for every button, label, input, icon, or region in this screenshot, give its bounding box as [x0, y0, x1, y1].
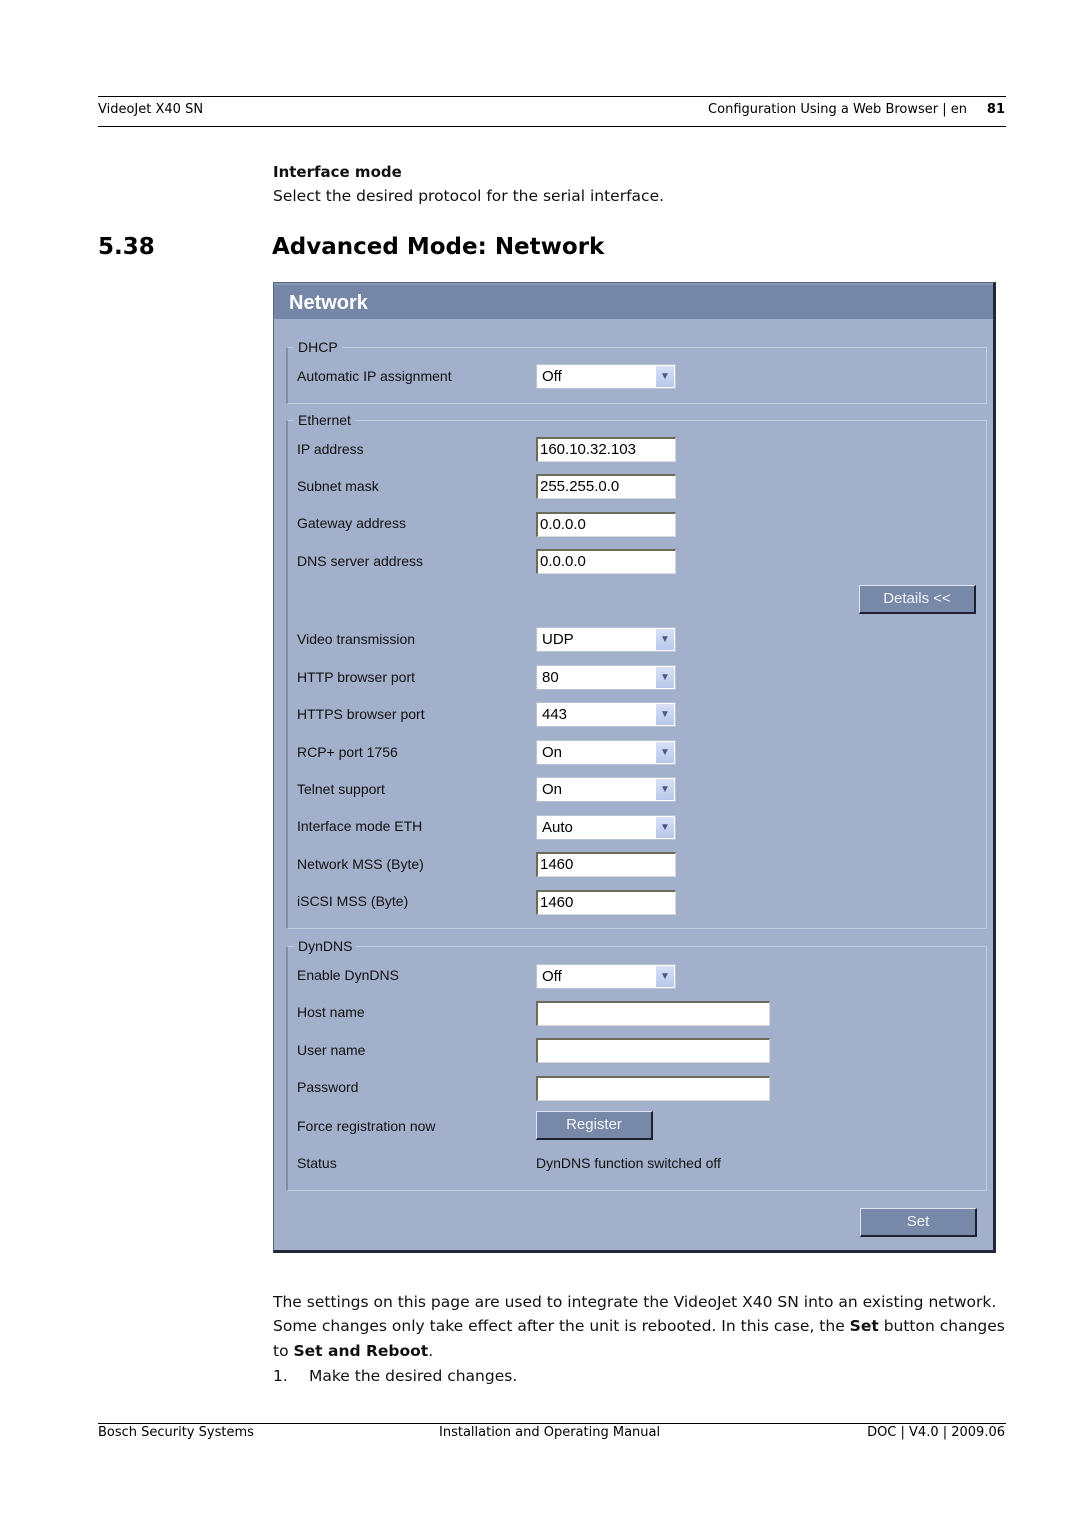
set-button[interactable]: Set — [860, 1208, 977, 1237]
rcp-port-label: RCP+ port 1756 — [297, 744, 398, 760]
https-port-value: 443 — [542, 706, 568, 723]
section-title: Advanced Mode: Network — [272, 234, 605, 260]
body-text: button changes — [878, 1317, 1005, 1335]
iscsi-mss-label: iSCSI MSS (Byte) — [297, 893, 409, 909]
chevron-down-icon[interactable]: ▼ — [656, 742, 674, 763]
automatic-ip-value: Off — [542, 368, 562, 385]
network-settings-panel: Network DHCP Automatic IP assignment Off… — [273, 282, 996, 1253]
video-transmission-value: UDP — [542, 631, 574, 648]
dyndns-status-value: DynDNS function switched off — [536, 1155, 721, 1171]
footer-center: Installation and Operating Manual — [439, 1425, 661, 1440]
host-name-label: Host name — [297, 1004, 365, 1020]
dyndns-legend: DynDNS — [298, 938, 353, 954]
interface-mode-eth-label: Interface mode ETH — [297, 818, 423, 834]
automatic-ip-select[interactable]: Off ▼ — [536, 364, 676, 389]
interface-mode-eth-value: Auto — [542, 819, 573, 836]
rcp-port-select[interactable]: On ▼ — [536, 740, 676, 765]
ethernet-legend: Ethernet — [298, 412, 351, 428]
intro-subheading: Interface mode — [273, 163, 402, 181]
ip-address-input[interactable]: 160.10.32.103 — [536, 437, 676, 462]
subnet-mask-label: Subnet mask — [297, 478, 379, 494]
gateway-address-label: Gateway address — [297, 515, 406, 531]
host-name-input[interactable] — [536, 1001, 770, 1026]
chevron-down-icon[interactable]: ▼ — [656, 966, 674, 987]
network-mss-input[interactable]: 1460 — [536, 852, 676, 877]
telnet-support-select[interactable]: On ▼ — [536, 777, 676, 802]
body-text: . — [428, 1342, 434, 1360]
dhcp-legend: DHCP — [298, 339, 338, 355]
chevron-down-icon[interactable]: ▼ — [656, 366, 674, 387]
intro-text: Select the desired protocol for the seri… — [273, 187, 665, 205]
footer-right: DOC | V4.0 | 2009.06 — [867, 1425, 1005, 1440]
enable-dyndns-label: Enable DynDNS — [297, 967, 399, 983]
subnet-mask-input[interactable]: 255.255.0.0 — [536, 474, 676, 499]
dns-server-label: DNS server address — [297, 553, 424, 569]
set-keyword: Set — [849, 1317, 879, 1335]
http-port-select[interactable]: 80 ▼ — [536, 665, 676, 690]
enable-dyndns-select[interactable]: Off ▼ — [536, 964, 676, 989]
header-section: Configuration Using a Web Browser | en — [708, 102, 967, 117]
header-bottom-rule — [98, 126, 1006, 127]
step-number: 1. — [273, 1367, 288, 1385]
dns-server-input[interactable]: 0.0.0.0 — [536, 549, 676, 574]
step-text: Make the desired changes. — [309, 1367, 518, 1385]
chevron-down-icon[interactable]: ▼ — [656, 667, 674, 688]
section-number: 5.38 — [98, 234, 155, 260]
status-label: Status — [297, 1155, 337, 1171]
header-top-rule — [98, 96, 1006, 97]
header-product: VideoJet X40 SN — [98, 102, 204, 117]
enable-dyndns-value: Off — [542, 968, 562, 985]
body-paragraph-line-3: to Set and Reboot. — [273, 1342, 433, 1360]
force-registration-label: Force registration now — [297, 1118, 436, 1134]
chevron-down-icon[interactable]: ▼ — [656, 779, 674, 800]
video-transmission-label: Video transmission — [297, 631, 416, 647]
footer-rule — [98, 1423, 1006, 1424]
telnet-support-value: On — [542, 781, 563, 798]
set-and-reboot-keyword: Set and Reboot — [293, 1342, 429, 1360]
password-label: Password — [297, 1079, 359, 1095]
telnet-support-label: Telnet support — [297, 781, 385, 797]
gateway-address-input[interactable]: 0.0.0.0 — [536, 512, 676, 537]
footer-left: Bosch Security Systems — [98, 1425, 254, 1440]
body-paragraph-line-2: Some changes only take effect after the … — [273, 1317, 1005, 1335]
https-port-label: HTTPS browser port — [297, 706, 425, 722]
chevron-down-icon[interactable]: ▼ — [656, 817, 674, 838]
chevron-down-icon[interactable]: ▼ — [656, 704, 674, 725]
video-transmission-select[interactable]: UDP ▼ — [536, 627, 676, 652]
body-text: to — [273, 1342, 294, 1360]
rcp-port-value: On — [542, 744, 563, 761]
automatic-ip-label: Automatic IP assignment — [297, 368, 452, 384]
chevron-down-icon[interactable]: ▼ — [656, 629, 674, 650]
interface-mode-eth-select[interactable]: Auto ▼ — [536, 815, 676, 840]
iscsi-mss-input[interactable]: 1460 — [536, 890, 676, 915]
user-name-label: User name — [297, 1042, 366, 1058]
http-port-value: 80 — [542, 669, 559, 686]
https-port-select[interactable]: 443 ▼ — [536, 702, 676, 727]
details-button[interactable]: Details << — [859, 585, 976, 614]
panel-title: Network — [274, 283, 993, 319]
body-paragraph-line-1: The settings on this page are used to in… — [273, 1293, 997, 1311]
body-text: Some changes only take effect after the … — [273, 1317, 850, 1335]
password-input[interactable] — [536, 1076, 770, 1101]
user-name-input[interactable] — [536, 1038, 770, 1063]
http-port-label: HTTP browser port — [297, 669, 415, 685]
ip-address-label: IP address — [297, 441, 364, 457]
page-number: 81 — [986, 102, 1005, 117]
network-mss-label: Network MSS (Byte) — [297, 856, 424, 872]
register-button[interactable]: Register — [536, 1111, 653, 1140]
